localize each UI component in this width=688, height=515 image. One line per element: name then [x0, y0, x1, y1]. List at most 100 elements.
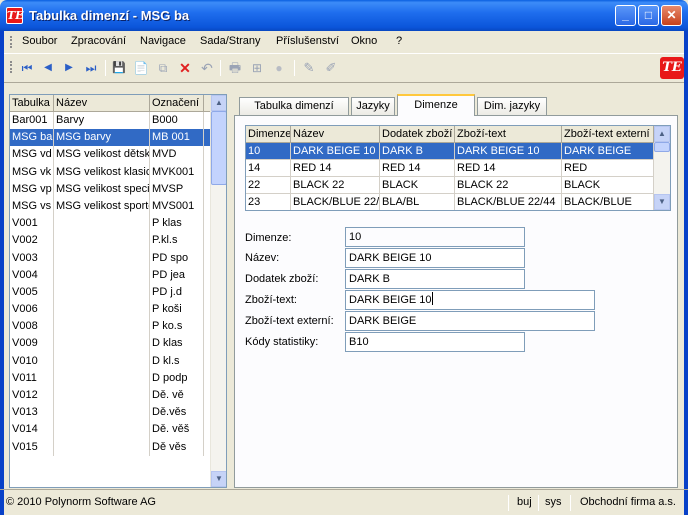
table-row[interactable]: V005 PD j.d: [10, 283, 210, 302]
tabulka-cell: V004: [10, 266, 54, 284]
tab-content-dimenze: Dimenze Název Dodatek zboží Zboží-text Z…: [234, 115, 678, 488]
nazev-cell: [54, 404, 150, 422]
table-row[interactable]: V003 PD spo: [10, 249, 210, 267]
title-bar[interactable]: TE Tabulka dimenzí - MSG ba _ □ ✕: [0, 0, 688, 31]
print-icon[interactable]: 🖶: [226, 59, 244, 77]
table-row[interactable]: 23 BLACK/BLUE 22/4 BLA/BL BLACK/BLUE 22/44 B…: [246, 194, 654, 210]
menu-prislusenstvi[interactable]: Příslušenství: [276, 35, 339, 47]
delete-icon[interactable]: ✕: [176, 59, 194, 77]
tables-list[interactable]: Tabulka Název Označení Bar001 Barvy B000 MS…: [9, 94, 227, 488]
table-row[interactable]: MSG vd MSG velikost dětsk MVD: [10, 146, 210, 164]
table-row[interactable]: V013 Dě.věs: [10, 404, 210, 422]
zbozi-text-field[interactable]: DARK BEIGE 10: [345, 290, 595, 310]
table-row[interactable]: V002 P.kl.s: [10, 232, 210, 250]
menu-zpracovani[interactable]: Zpracování: [71, 35, 126, 47]
table-row[interactable]: V009 D klas: [10, 335, 210, 353]
tab-dim-jazyky[interactable]: Dim. jazyky: [477, 97, 547, 115]
table-row[interactable]: V014 Dě. věš: [10, 421, 210, 439]
table-row[interactable]: MSG vk MSG velikost klasic MVK001: [10, 163, 210, 181]
table-row[interactable]: MSG ba MSG barvy MB 001: [10, 129, 210, 147]
dimensions-grid[interactable]: Dimenze Název Dodatek zboží Zboží-text Z…: [245, 125, 671, 211]
oznaceni-cell: D podp: [150, 369, 204, 387]
nazev-cell: RED 14: [291, 160, 380, 177]
app-icon[interactable]: TE: [6, 7, 24, 24]
edit-alt-icon[interactable]: ✐: [322, 59, 340, 77]
next-record-icon[interactable]: ▶: [60, 59, 78, 77]
copy-icon[interactable]: ⧉: [154, 59, 172, 77]
table-row[interactable]: V001 P klas: [10, 215, 210, 233]
menu-sada-strany[interactable]: Sada/Strany: [200, 35, 261, 47]
table-row[interactable]: V004 PD jea: [10, 266, 210, 284]
dodatek-zbozi-field[interactable]: DARK B: [345, 269, 525, 289]
stop-icon[interactable]: ●: [270, 59, 288, 77]
last-record-icon[interactable]: ⏭: [82, 59, 100, 77]
column-header-tabulka[interactable]: Tabulka: [10, 95, 54, 112]
scroll-up-icon[interactable]: ▲: [654, 126, 670, 142]
dimenze-label: Dimenze:: [245, 232, 292, 244]
tree-icon[interactable]: ⊞: [248, 59, 266, 77]
menu-okno[interactable]: Okno: [351, 35, 377, 47]
scroll-down-icon[interactable]: ▼: [211, 471, 226, 487]
tabulka-cell: V014: [10, 421, 54, 439]
column-header-nazev[interactable]: Název: [54, 95, 150, 112]
table-row[interactable]: V012 Dě. vě: [10, 387, 210, 405]
zbozi-text-externi-cell: RED: [562, 160, 654, 177]
table-row[interactable]: V015 Dě věs: [10, 438, 210, 456]
menu-grip-icon: [10, 36, 12, 48]
kody-statistiky-field[interactable]: B10: [345, 332, 525, 352]
scroll-thumb[interactable]: [211, 111, 226, 185]
close-button[interactable]: ✕: [661, 5, 682, 26]
menu-navigace[interactable]: Navigace: [140, 35, 186, 47]
table-row[interactable]: Bar001 Barvy B000: [10, 112, 210, 130]
tabulka-cell: V009: [10, 335, 54, 353]
table-row[interactable]: 10 DARK BEIGE 10 DARK B DARK BEIGE 10 DARK B…: [246, 143, 654, 160]
table-row[interactable]: V006 P koši: [10, 301, 210, 319]
column-header-zbozi-text[interactable]: Zboží-text: [455, 126, 562, 143]
tables-list-scrollbar[interactable]: ▲ ▼: [210, 95, 226, 487]
tabulka-cell: V005: [10, 283, 54, 302]
zbozi-text-label: Zboží-text:: [245, 294, 297, 306]
scroll-up-icon[interactable]: ▲: [211, 95, 226, 111]
dimensions-grid-scrollbar[interactable]: ▲ ▼: [654, 126, 670, 210]
window-title: Tabulka dimenzí - MSG ba: [29, 8, 190, 23]
save-icon[interactable]: 💾: [110, 59, 128, 77]
zbozi-text-externi-cell: BLACK: [562, 177, 654, 194]
tabulka-cell: V015: [10, 438, 54, 456]
column-header-nazev[interactable]: Název: [291, 126, 380, 143]
column-header-zbozi-text-externi[interactable]: Zboží-text externí: [562, 126, 654, 143]
maximize-button[interactable]: □: [638, 5, 659, 26]
tabulka-cell: V008: [10, 318, 54, 336]
scroll-down-icon[interactable]: ▼: [654, 194, 670, 210]
menu-soubor[interactable]: Soubor: [22, 35, 57, 47]
nazev-field[interactable]: DARK BEIGE 10: [345, 248, 525, 268]
undo-icon[interactable]: ↶: [198, 59, 216, 77]
oznaceni-cell: Dě.věs: [150, 404, 204, 422]
nazev-cell: DARK BEIGE 10: [291, 143, 380, 160]
oznaceni-cell: P koši: [150, 301, 204, 319]
status-user: buj: [517, 496, 532, 508]
column-header-dodatek-zbozi[interactable]: Dodatek zboží: [380, 126, 455, 143]
zbozi-text-externi-field[interactable]: DARK BEIGE: [345, 311, 595, 331]
previous-record-icon[interactable]: ◀: [39, 59, 57, 77]
table-row[interactable]: MSG vp MSG velikost specia MVSP: [10, 180, 210, 198]
toolbar-separator: [220, 60, 221, 76]
menu-help[interactable]: ?: [396, 35, 402, 47]
tab-dimenze[interactable]: Dimenze: [397, 94, 475, 116]
edit-icon[interactable]: ✎: [300, 59, 318, 77]
table-row[interactable]: V011 D podp: [10, 369, 210, 387]
scroll-thumb[interactable]: [654, 142, 670, 152]
nazev-cell: [54, 232, 150, 250]
table-row[interactable]: 14 RED 14 RED 14 RED 14 RED: [246, 160, 654, 177]
table-row[interactable]: MSG vs MSG velikost sporto MVS001: [10, 197, 210, 216]
tab-tabulka-dimenzi[interactable]: Tabulka dimenzí: [239, 97, 349, 115]
first-record-icon[interactable]: ⏮: [18, 59, 36, 77]
column-header-oznaceni[interactable]: Označení: [150, 95, 204, 112]
toolbar-separator: [105, 60, 106, 76]
tab-jazyky[interactable]: Jazyky: [351, 97, 395, 115]
table-row[interactable]: V010 D kl.s: [10, 352, 210, 370]
table-row[interactable]: 22 BLACK 22 BLACK BLACK 22 BLACK: [246, 177, 654, 194]
column-header-dimenze[interactable]: Dimenze: [246, 126, 291, 143]
minimize-button[interactable]: _: [615, 5, 636, 26]
new-document-icon[interactable]: 📄: [132, 59, 150, 77]
table-row[interactable]: V008 P ko.s: [10, 318, 210, 336]
